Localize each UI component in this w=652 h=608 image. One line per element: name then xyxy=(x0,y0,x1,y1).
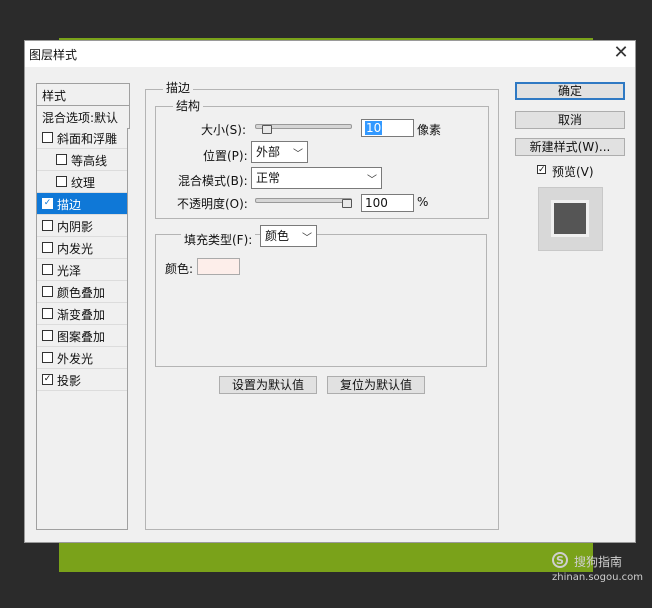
color-label: 颜色: xyxy=(165,262,194,276)
sogou-logo-icon: S xyxy=(552,552,568,568)
style-item-checkbox[interactable] xyxy=(42,308,53,319)
position-label: 位置(P): xyxy=(203,149,248,163)
style-item-checkbox[interactable] xyxy=(42,264,53,275)
chevron-down-icon: ﹀ xyxy=(293,149,303,160)
position-value: 外部 xyxy=(256,145,281,159)
chevron-down-icon: ﹀ xyxy=(367,175,377,186)
style-item-checkbox[interactable] xyxy=(56,176,67,187)
style-item-label: 外发光 xyxy=(57,352,94,366)
size-input[interactable]: 10 xyxy=(361,119,414,137)
style-item[interactable]: ✓ 描边 xyxy=(37,193,127,215)
blend-mode-label: 混合模式(B): xyxy=(178,174,248,188)
style-item[interactable]: 图案叠加 xyxy=(37,325,127,347)
style-item[interactable]: 内阴影 xyxy=(37,215,127,237)
layer-style-dialog: 图层样式 ✕ 样式 混合选项:默认 斜面和浮雕 等高线 纹理 ✓ 描边 内阴影 内发光 光泽颜… xyxy=(24,40,636,543)
fill-group xyxy=(155,234,487,367)
watermark: S 搜狗指南 zhinan.sogou.com xyxy=(552,552,648,586)
opacity-label: 不透明度(O): xyxy=(177,197,248,211)
style-item-checkbox[interactable]: ✓ xyxy=(42,374,53,385)
size-label: 大小(S): xyxy=(201,123,247,137)
style-item-label: 光泽 xyxy=(57,264,82,278)
style-item-checkbox[interactable] xyxy=(42,242,53,253)
close-icon[interactable]: ✕ xyxy=(609,42,633,66)
style-item-checkbox[interactable] xyxy=(42,220,53,231)
blend-options-label: 混合选项:默认 xyxy=(42,111,119,125)
preview-label: 预览(V) xyxy=(552,165,594,179)
fill-type-label: 填充类型(F): xyxy=(181,231,256,248)
style-item-label: 描边 xyxy=(57,198,82,212)
blend-mode-select[interactable]: 正常 ﹀ xyxy=(251,167,382,189)
styles-list: 样式 混合选项:默认 斜面和浮雕等高线纹理 ✓ 描边内阴影内发光光泽颜色叠加渐变叠加… xyxy=(36,83,130,530)
dialog-title: 图层样式 xyxy=(29,48,78,62)
opacity-slider[interactable] xyxy=(255,198,352,203)
cancel-button[interactable]: 取消 xyxy=(515,111,625,129)
title-bar: 图层样式 ✕ xyxy=(25,41,635,67)
structure-title: 结构 xyxy=(173,97,204,114)
style-item-label: 等高线 xyxy=(71,154,108,168)
size-value: 10 xyxy=(365,121,383,135)
opacity-unit: % xyxy=(417,195,429,209)
style-item-checkbox[interactable] xyxy=(42,286,53,297)
style-item-label: 渐变叠加 xyxy=(57,308,106,322)
style-item-label: 颜色叠加 xyxy=(57,286,106,300)
style-item-label: 内发光 xyxy=(57,242,94,256)
opacity-value: 100 xyxy=(365,196,388,210)
style-item[interactable]: 光泽 xyxy=(37,259,127,281)
ok-button[interactable]: 确定 xyxy=(515,82,625,100)
style-item-checkbox[interactable] xyxy=(42,330,53,341)
style-item[interactable]: 等高线 xyxy=(37,149,127,171)
styles-header-label: 样式 xyxy=(42,89,67,103)
styles-header[interactable]: 样式 xyxy=(36,83,130,107)
style-item[interactable]: ✓ 投影 xyxy=(37,369,127,391)
watermark-brand: 搜狗指南 xyxy=(574,555,623,569)
fill-type-select[interactable]: 颜色 ﹀ xyxy=(260,225,317,247)
blend-mode-value: 正常 xyxy=(256,171,281,185)
new-style-button[interactable]: 新建样式(W)... xyxy=(515,138,625,156)
style-item-label: 图案叠加 xyxy=(57,330,106,344)
blend-options-item[interactable]: 混合选项:默认 xyxy=(36,105,130,129)
style-item-checkbox[interactable] xyxy=(42,352,53,363)
style-item-label: 斜面和浮雕 xyxy=(57,132,118,146)
size-slider-thumb[interactable] xyxy=(261,125,272,134)
style-item[interactable]: 内发光 xyxy=(37,237,127,259)
style-item[interactable]: 斜面和浮雕 xyxy=(37,127,127,149)
style-item[interactable]: 外发光 xyxy=(37,347,127,369)
style-preview xyxy=(538,187,603,251)
opacity-slider-thumb[interactable] xyxy=(342,199,352,208)
style-item-label: 投影 xyxy=(57,374,82,388)
opacity-input[interactable]: 100 xyxy=(361,194,414,212)
set-default-button[interactable]: 设置为默认值 xyxy=(219,376,317,394)
style-item[interactable]: 渐变叠加 xyxy=(37,303,127,325)
watermark-url: zhinan.sogou.com xyxy=(552,572,644,583)
style-item[interactable]: 颜色叠加 xyxy=(37,281,127,303)
reset-default-button[interactable]: 复位为默认值 xyxy=(327,376,425,394)
position-select[interactable]: 外部 ﹀ xyxy=(251,141,308,163)
style-item-checkbox[interactable]: ✓ xyxy=(42,198,53,209)
fill-type-value: 颜色 xyxy=(265,229,290,243)
style-item-label: 内阴影 xyxy=(57,220,94,234)
stroke-section-title: 描边 xyxy=(163,79,194,96)
style-preview-swatch xyxy=(551,200,589,237)
preview-checkbox[interactable]: ✓ xyxy=(537,165,546,175)
style-item-label: 纹理 xyxy=(71,176,96,190)
color-swatch[interactable] xyxy=(197,258,240,275)
size-unit: 像素 xyxy=(417,123,442,137)
style-item[interactable]: 纹理 xyxy=(37,171,127,193)
chevron-down-icon: ﹀ xyxy=(302,233,312,244)
style-item-checkbox[interactable] xyxy=(42,132,53,143)
style-item-checkbox[interactable] xyxy=(56,154,67,165)
